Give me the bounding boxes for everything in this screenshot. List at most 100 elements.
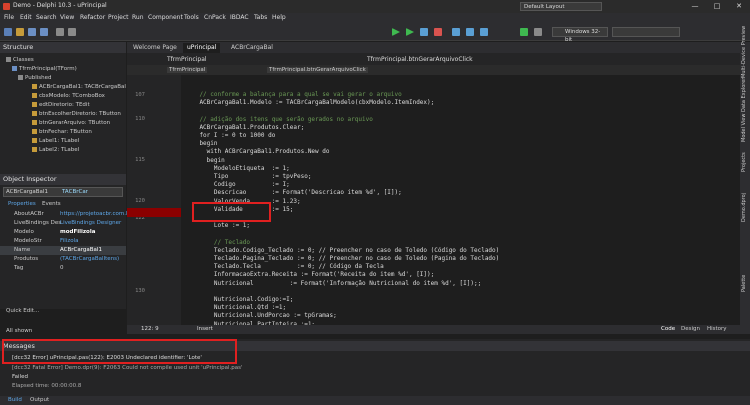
tab-model-view[interactable]: Model View <box>741 114 747 142</box>
tab-uprincipal[interactable]: uPrincipal <box>183 43 221 53</box>
code-line[interactable]: Nutricional := Format('Informação Nutric… <box>185 280 481 287</box>
tree-item-field[interactable]: edtDiretorio: TEdit <box>32 102 90 108</box>
redo-icon[interactable] <box>68 28 76 36</box>
code-line[interactable]: Teclado.Pagina_Teclado := 0; // Preenche… <box>185 255 499 262</box>
class-dropdown[interactable]: TfrmPrincipal <box>167 67 208 73</box>
tree-item-field[interactable]: btnFechar: TButton <box>32 129 92 135</box>
tab-output[interactable]: Output <box>30 397 49 403</box>
code-line[interactable]: Teclado.Codigo_Teclado := 0; // Preenche… <box>185 247 499 254</box>
tree-item-field[interactable]: cbxModelo: TComboBox <box>32 93 105 99</box>
save-icon[interactable] <box>28 28 36 36</box>
code-line[interactable]: begin <box>185 140 217 147</box>
code-line[interactable]: Lote := 1; <box>185 222 250 229</box>
property-row[interactable]: Produtos (TACBrCargaBalItens) <box>0 255 126 264</box>
menu-tabs[interactable]: Tabs <box>254 14 267 21</box>
tab-events[interactable]: Events <box>42 201 61 207</box>
menu-file[interactable]: File <box>4 14 14 21</box>
tree-item-published[interactable]: Published <box>18 75 51 81</box>
layout-selector[interactable]: Default Layout <box>520 2 602 11</box>
menu-project[interactable]: Project <box>108 14 129 21</box>
menu-ibdac[interactable]: IBDAC <box>230 14 249 21</box>
tree-item-classes[interactable]: Classes <box>6 57 34 63</box>
tab-acbrcargabal[interactable]: ACBrCargaBal <box>227 43 277 53</box>
code-line[interactable]: // conforme a balança para a qual se vai… <box>185 91 401 98</box>
menu-help[interactable]: Help <box>272 14 286 21</box>
trace-into-icon[interactable] <box>466 28 474 36</box>
tab-palette[interactable]: Palette <box>741 275 747 292</box>
tab-demo-dproj[interactable]: Demo.dproj <box>741 193 747 222</box>
tree-item-form[interactable]: TfrmPrincipal(TForm) <box>12 66 77 72</box>
step-over-icon[interactable] <box>452 28 460 36</box>
open-folder-icon[interactable] <box>16 28 24 36</box>
code-line[interactable]: with ACBrCargaBal1.Produtos.New do <box>185 148 330 155</box>
code-editor[interactable]: // conforme a balança para a qual se vai… <box>181 75 739 325</box>
tree-item-field[interactable]: Label1: TLabel <box>32 138 79 144</box>
message-line[interactable]: [dcc32 Fatal Error] Demo.dpr(9): F2063 C… <box>12 365 243 371</box>
code-line[interactable]: Tipo := tpvPeso; <box>185 173 312 180</box>
menu-view[interactable]: View <box>60 14 74 21</box>
tree-item-field[interactable]: Label2: TLabel <box>32 147 79 153</box>
code-line[interactable]: begin <box>185 157 225 164</box>
code-line[interactable]: ModeloEtiqueta := 1; <box>185 165 290 172</box>
close-button[interactable]: ✕ <box>728 0 750 13</box>
message-line[interactable]: Failed <box>12 374 28 380</box>
tab-properties[interactable]: Properties <box>8 201 36 207</box>
quick-edit-link[interactable]: Quick Edit... <box>6 308 39 314</box>
tab-data-explorer[interactable]: Data Explorer <box>741 78 747 112</box>
menu-refactor[interactable]: Refactor <box>80 14 105 21</box>
property-row[interactable]: Modelo modFilizola <box>0 228 126 237</box>
tab-multi-device-preview[interactable]: Multi-Device Preview <box>741 26 747 78</box>
pause-icon[interactable] <box>420 28 428 36</box>
code-line[interactable]: for I := 0 to 1000 do <box>185 132 275 139</box>
new-file-icon[interactable] <box>4 28 12 36</box>
view-tab-history[interactable]: History <box>707 325 727 334</box>
property-row[interactable]: LiveBindings Des LiveBindings Designer <box>0 219 126 228</box>
minimize-button[interactable]: — <box>684 0 706 13</box>
run-icon[interactable] <box>392 28 400 36</box>
code-line[interactable]: Descricao := Format('Descricao item %d',… <box>185 189 402 196</box>
menu-edit[interactable]: Edit <box>20 14 32 21</box>
code-line[interactable]: // Teclado <box>185 239 250 246</box>
view-tab-design[interactable]: Design <box>681 325 700 334</box>
toolbar-search-input[interactable] <box>612 27 680 37</box>
menu-search[interactable]: Search <box>36 14 57 21</box>
code-line[interactable]: // adição dos itens que serão gerados no… <box>185 116 372 123</box>
tab-welcome-page[interactable]: Welcome Page <box>129 43 181 53</box>
undo-icon[interactable] <box>56 28 64 36</box>
code-line[interactable]: ACBrCargaBal1.Modelo := TACBrCargaBalMod… <box>185 99 434 106</box>
save-all-icon[interactable] <box>40 28 48 36</box>
code-line[interactable]: Nutricional.Codigo:=I; <box>185 296 293 303</box>
class-selector[interactable]: TfrmPrincipal <box>167 56 207 63</box>
code-line[interactable]: Nutricional.Qtd :=1; <box>185 304 286 311</box>
code-line[interactable]: Nutricional.UndPorcao := tpGramas; <box>185 312 337 319</box>
maximize-button[interactable]: □ <box>706 0 728 13</box>
menu-tools[interactable]: Tools <box>184 14 199 21</box>
tree-item-field[interactable]: btnEscolherDiretorio: TButton <box>32 111 121 117</box>
property-row[interactable]: ModeloStr Filizola <box>0 237 126 246</box>
method-dropdown[interactable]: TfrmPrincipal.btnGerarArquivoClick <box>267 67 368 73</box>
property-row[interactable]: Tag 0 <box>0 264 126 273</box>
stop-icon[interactable] <box>434 28 442 36</box>
run-to-cursor-icon[interactable] <box>480 28 488 36</box>
component-selector[interactable]: ACBrCargaBal1 TACBrCar <box>3 187 123 197</box>
code-line[interactable]: InformacaoExtra.Receita := Format('Recei… <box>185 271 434 278</box>
property-row[interactable]: AboutACBr https://projetoacbr.com.br/ <box>0 210 134 219</box>
build-icon[interactable] <box>520 28 528 36</box>
tree-item-field[interactable]: ACBrCargaBal1: TACBrCargaBal <box>32 84 126 90</box>
tab-projects[interactable]: Projects <box>741 152 747 172</box>
tree-item-field[interactable]: btnGerarArquivo: TButton <box>32 120 110 126</box>
message-line[interactable]: Elapsed time: 00:00:00.8 <box>12 383 81 389</box>
property-row[interactable]: Name ACBrCargaBal1 <box>0 246 126 255</box>
menu-run[interactable]: Run <box>132 14 144 21</box>
code-line[interactable]: Teclado.Tecla := 0; // Código da Tecla <box>185 263 384 270</box>
target-icon[interactable] <box>534 28 542 36</box>
code-line[interactable]: ACBrCargaBal1.Produtos.Clear; <box>185 124 304 131</box>
code-line[interactable]: Codigo := I; <box>185 181 290 188</box>
method-selector[interactable]: TfrmPrincipal.btnGerarArquivoClick <box>367 56 473 63</box>
run-without-debug-icon[interactable] <box>406 28 414 36</box>
platform-selector[interactable]: Windows 32-bit <box>552 27 608 43</box>
view-tab-code[interactable]: Code <box>661 325 675 334</box>
tab-build[interactable]: Build <box>8 397 22 403</box>
menu-component[interactable]: Component <box>148 14 183 21</box>
menu-cnpack[interactable]: CnPack <box>204 14 226 21</box>
